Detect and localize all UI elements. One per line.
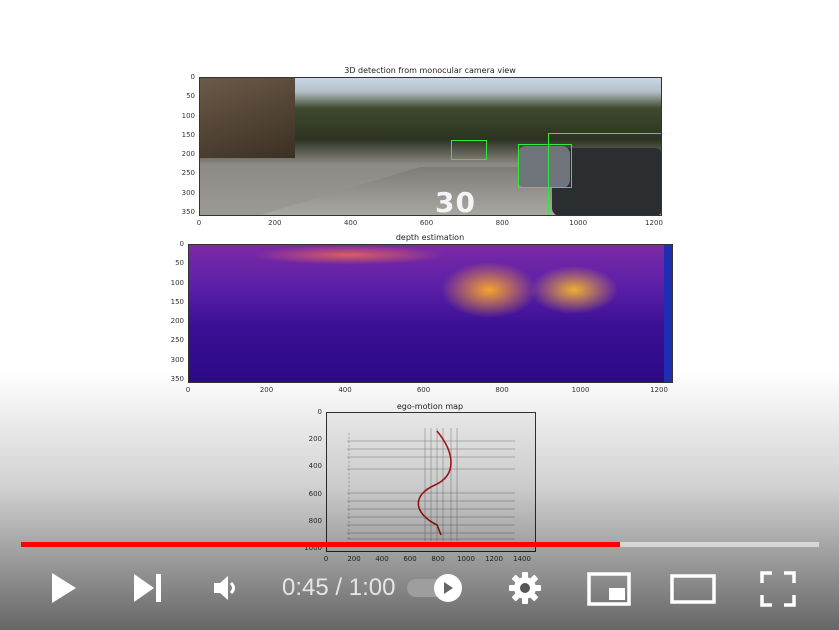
- camera-x-tick: 1000: [569, 219, 588, 227]
- autoplay-icon: [444, 582, 453, 594]
- depth-x-tick: 0: [185, 386, 191, 394]
- time-display: 0:45 / 1:00: [282, 573, 395, 603]
- camera-view-image: 30: [199, 77, 662, 216]
- depth-panel-title: depth estimation: [395, 233, 465, 242]
- depth-x-tick: 600: [416, 386, 431, 394]
- depth-x-tick: 400: [338, 386, 352, 394]
- camera-y-tick: 350: [181, 208, 195, 216]
- depth-y-tick: 350: [170, 375, 184, 383]
- camera-x-tick: 400: [343, 219, 358, 227]
- theater-button[interactable]: [668, 572, 718, 606]
- fullscreen-button[interactable]: [758, 569, 798, 609]
- ego-y-tick: 600: [308, 489, 322, 498]
- volume-icon: [214, 576, 235, 600]
- ego-x-tick: 400: [375, 555, 389, 563]
- depth-x-tick: 1000: [571, 386, 590, 394]
- autoplay-knob: [434, 574, 462, 602]
- next-button[interactable]: [128, 566, 168, 610]
- depth-y-tick: 250: [170, 336, 184, 345]
- ego-x-tick: 0: [323, 555, 329, 563]
- depth-y-tick: 50: [175, 259, 184, 268]
- camera-y-tick: 100: [181, 111, 195, 120]
- ego-x-tick: 1000: [457, 555, 475, 563]
- camera-y-tick: 0: [190, 73, 195, 81]
- depth-y-tick: 300: [170, 355, 184, 364]
- camera-y-tick: 300: [181, 188, 195, 197]
- camera-x-tick: 0: [196, 219, 202, 227]
- ego-x-tick: 1400: [513, 555, 531, 563]
- fullscreen-icon: [760, 571, 796, 607]
- camera-y-tick: 50: [186, 92, 195, 101]
- ego-y-tick: 400: [308, 462, 322, 471]
- road-marking: 30: [435, 186, 476, 216]
- play-icon: [52, 573, 76, 603]
- camera-y-tick: 250: [181, 169, 195, 178]
- settings-button[interactable]: [506, 569, 544, 607]
- time-duration: 1:00: [348, 574, 396, 601]
- depth-x-tick: 200: [259, 386, 274, 394]
- depth-y-tick: 150: [170, 297, 184, 306]
- ego-y-tick: 0: [317, 408, 322, 416]
- house: [200, 78, 295, 158]
- autoplay-toggle[interactable]: [407, 574, 465, 602]
- depth-map-image: [188, 244, 673, 383]
- miniplayer-button[interactable]: [585, 570, 633, 608]
- depth-y-tick: 0: [179, 240, 184, 248]
- ego-y-tick: 800: [308, 516, 322, 525]
- gear-icon: [509, 572, 541, 604]
- detection-box: [451, 140, 487, 160]
- camera-x-tick: 600: [419, 219, 434, 227]
- time-separator: /: [328, 574, 349, 601]
- ego-x-tick: 200: [347, 555, 361, 563]
- ego-y-tick: 200: [308, 435, 322, 444]
- camera-panel-title: 3D detection from monocular camera view: [344, 66, 516, 75]
- volume-button[interactable]: [208, 570, 244, 606]
- camera-y-tick: 150: [181, 130, 195, 139]
- depth-x-tick: 1200: [650, 386, 668, 394]
- ego-motion-map: [326, 412, 536, 552]
- ego-x-tick: 600: [403, 555, 417, 563]
- play-button[interactable]: [44, 566, 84, 610]
- theater-icon: [670, 574, 716, 604]
- time-current: 0:45: [282, 574, 329, 601]
- ego-x-tick: 1200: [485, 555, 503, 563]
- camera-x-tick: 800: [495, 219, 510, 227]
- camera-y-tick: 200: [181, 150, 195, 159]
- camera-x-tick: 200: [268, 219, 282, 227]
- ego-x-tick: 800: [431, 555, 445, 563]
- ego-trajectory-plot: [347, 428, 515, 541]
- depth-y-tick: 200: [170, 317, 184, 326]
- camera-x-tick: 1200: [645, 219, 663, 227]
- video-player[interactable]: 3D detection from monocular camera view …: [0, 0, 839, 630]
- miniplayer-icon: [587, 572, 631, 606]
- depth-y-tick: 100: [170, 278, 184, 287]
- depth-x-tick: 800: [495, 386, 509, 394]
- progress-played: [21, 542, 620, 547]
- next-icon: [134, 574, 161, 602]
- progress-bar[interactable]: [21, 542, 819, 547]
- depth-edge: [664, 245, 672, 382]
- detection-box: [548, 133, 661, 215]
- ego-panel-title: ego-motion map: [396, 402, 464, 411]
